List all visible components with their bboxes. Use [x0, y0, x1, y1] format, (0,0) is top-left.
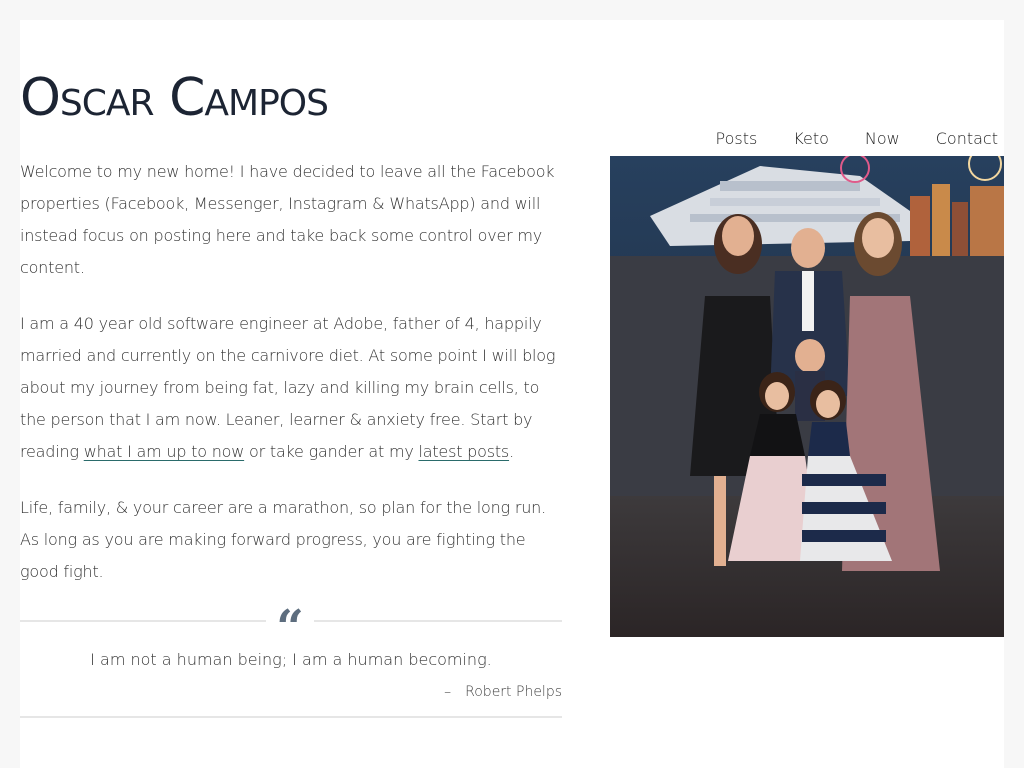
intro-section: Welcome to my new home! I have decided t…	[20, 156, 565, 612]
nav-item-keto[interactable]: Keto	[793, 129, 829, 149]
intro-paragraph-welcome: Welcome to my new home! I have decided t…	[20, 162, 555, 277]
intro-paragraph-marathon: Life, family, & your career are a marath…	[20, 498, 546, 581]
quote-icon: “	[266, 602, 314, 654]
latest-posts-link[interactable]: latest posts	[419, 442, 510, 461]
about-text-middle: or take gander at my	[244, 442, 419, 461]
nav-item-now[interactable]: Now	[865, 129, 900, 149]
main-nav: Posts Keto Now Contact	[715, 129, 998, 149]
site-title[interactable]: Oscar Campos	[20, 72, 329, 124]
about-text-start: I am a 40 year old software engineer at …	[20, 314, 556, 461]
quote-text: I am not a human being; I am a human bec…	[90, 650, 492, 669]
quote-dash: –	[444, 684, 452, 700]
nav-item-contact[interactable]: Contact	[936, 129, 998, 149]
nav-item-posts[interactable]: Posts	[715, 129, 757, 149]
quote-block: “ I am not a human being; I am a human b…	[20, 602, 562, 718]
about-text-end: .	[509, 442, 514, 461]
family-photo-illustration	[610, 156, 1004, 637]
quote-author: Robert Phelps	[465, 684, 562, 700]
family-photo	[610, 156, 1004, 637]
now-link[interactable]: what I am up to now	[84, 442, 245, 461]
intro-paragraph-about: I am a 40 year old software engineer at …	[20, 308, 565, 468]
quote-attribution: – Robert Phelps	[444, 684, 562, 700]
